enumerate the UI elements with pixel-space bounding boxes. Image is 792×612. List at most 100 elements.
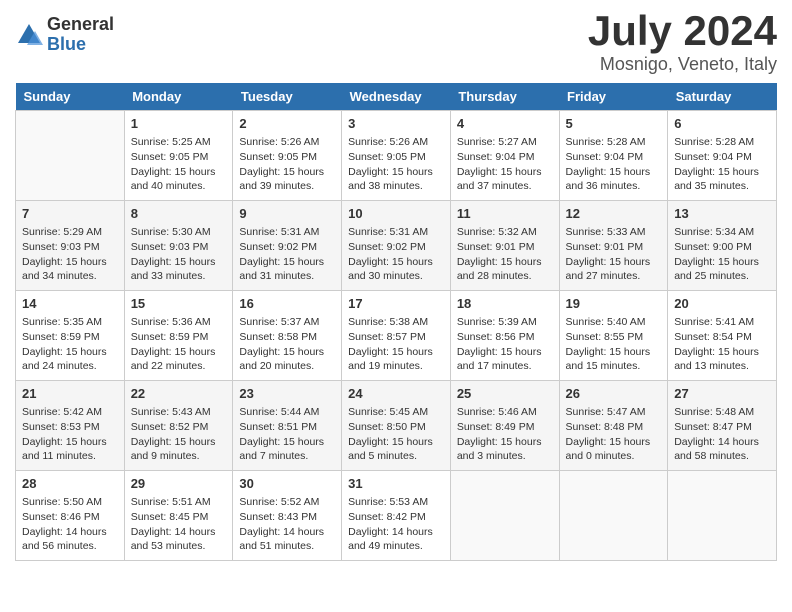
day-cell: 27Sunrise: 5:48 AM Sunset: 8:47 PM Dayli…	[668, 381, 777, 471]
day-info: Sunrise: 5:28 AM Sunset: 9:04 PM Dayligh…	[674, 135, 770, 194]
day-info: Sunrise: 5:47 AM Sunset: 8:48 PM Dayligh…	[566, 405, 662, 464]
day-info: Sunrise: 5:25 AM Sunset: 9:05 PM Dayligh…	[131, 135, 227, 194]
day-cell: 24 Sunrise: 5:45 AM Sunset: 8:50 PM Dayli…	[342, 381, 451, 471]
day-number: 30	[239, 475, 335, 493]
header-row: SundayMondayTuesdayWednesdayThursdayFrid…	[16, 83, 777, 111]
week-row-5: 28 Sunrise: 5:50 AM Sunset: 8:46 PM Dayli…	[16, 471, 777, 561]
day-info: Sunrise: 5:30 AM Sunset: 9:03 PM Dayligh…	[131, 225, 227, 284]
day-info: Sunrise: 5:46 AM Sunset: 8:49 PM Dayligh…	[457, 405, 553, 464]
day-cell: 6 Sunrise: 5:28 AM Sunset: 9:04 PM Daylig…	[668, 111, 777, 201]
day-cell: 22Sunrise: 5:43 AM Sunset: 8:52 PM Dayli…	[124, 381, 233, 471]
col-header-sunday: Sunday	[16, 83, 125, 111]
day-info: Sunrise: 5:26 AM Sunset: 9:05 PM Dayligh…	[239, 135, 335, 194]
day-cell: 31 Sunrise: 5:53 AM Sunset: 8:42 PM Dayli…	[342, 471, 451, 561]
day-cell: 8 Sunrise: 5:30 AM Sunset: 9:03 PM Daylig…	[124, 201, 233, 291]
day-cell: 23 Sunrise: 5:44 AM Sunset: 8:51 PM Dayli…	[233, 381, 342, 471]
day-cell: 29Sunrise: 5:51 AM Sunset: 8:45 PM Dayli…	[124, 471, 233, 561]
day-cell	[16, 111, 125, 201]
day-number: 4	[457, 115, 553, 133]
col-header-saturday: Saturday	[668, 83, 777, 111]
day-info: Sunrise: 5:34 AM Sunset: 9:00 PM Dayligh…	[674, 225, 770, 284]
month-title: July 2024	[588, 10, 777, 52]
header: General Blue July 2024 Mosnigo, Veneto, …	[15, 10, 777, 75]
day-info: Sunrise: 5:35 AM Sunset: 8:59 PM Dayligh…	[22, 315, 118, 374]
day-cell: 7Sunrise: 5:29 AM Sunset: 9:03 PM Daylig…	[16, 201, 125, 291]
day-cell	[668, 471, 777, 561]
day-number: 22	[131, 385, 227, 403]
day-info: Sunrise: 5:32 AM Sunset: 9:01 PM Dayligh…	[457, 225, 553, 284]
day-info: Sunrise: 5:27 AM Sunset: 9:04 PM Dayligh…	[457, 135, 553, 194]
day-number: 10	[348, 205, 444, 223]
day-cell: 30 Sunrise: 5:52 AM Sunset: 8:43 PM Dayli…	[233, 471, 342, 561]
week-row-2: 7Sunrise: 5:29 AM Sunset: 9:03 PM Daylig…	[16, 201, 777, 291]
day-info: Sunrise: 5:41 AM Sunset: 8:54 PM Dayligh…	[674, 315, 770, 374]
day-number: 20	[674, 295, 770, 313]
day-number: 8	[131, 205, 227, 223]
day-cell: 18Sunrise: 5:39 AM Sunset: 8:56 PM Dayli…	[450, 291, 559, 381]
day-number: 2	[239, 115, 335, 133]
day-info: Sunrise: 5:40 AM Sunset: 8:55 PM Dayligh…	[566, 315, 662, 374]
day-cell: 14 Sunrise: 5:35 AM Sunset: 8:59 PM Dayli…	[16, 291, 125, 381]
logo-text: General Blue	[47, 15, 114, 55]
day-number: 28	[22, 475, 118, 493]
col-header-monday: Monday	[124, 83, 233, 111]
day-number: 19	[566, 295, 662, 313]
day-number: 12	[566, 205, 662, 223]
day-info: Sunrise: 5:36 AM Sunset: 8:59 PM Dayligh…	[131, 315, 227, 374]
day-number: 15	[131, 295, 227, 313]
logo-blue-text: Blue	[47, 35, 114, 55]
day-cell: 17 Sunrise: 5:38 AM Sunset: 8:57 PM Dayli…	[342, 291, 451, 381]
day-info: Sunrise: 5:37 AM Sunset: 8:58 PM Dayligh…	[239, 315, 335, 374]
day-number: 13	[674, 205, 770, 223]
day-info: Sunrise: 5:44 AM Sunset: 8:51 PM Dayligh…	[239, 405, 335, 464]
day-info: Sunrise: 5:53 AM Sunset: 8:42 PM Dayligh…	[348, 495, 444, 554]
day-cell: 11 Sunrise: 5:32 AM Sunset: 9:01 PM Dayli…	[450, 201, 559, 291]
day-info: Sunrise: 5:39 AM Sunset: 8:56 PM Dayligh…	[457, 315, 553, 374]
day-cell: 3Sunrise: 5:26 AM Sunset: 9:05 PM Daylig…	[342, 111, 451, 201]
day-number: 24	[348, 385, 444, 403]
logo-icon	[15, 21, 43, 49]
day-cell: 28 Sunrise: 5:50 AM Sunset: 8:46 PM Dayli…	[16, 471, 125, 561]
day-info: Sunrise: 5:28 AM Sunset: 9:04 PM Dayligh…	[566, 135, 662, 194]
logo-general-text: General	[47, 15, 114, 35]
day-number: 5	[566, 115, 662, 133]
day-info: Sunrise: 5:31 AM Sunset: 9:02 PM Dayligh…	[348, 225, 444, 284]
col-header-thursday: Thursday	[450, 83, 559, 111]
day-number: 9	[239, 205, 335, 223]
day-cell: 15 Sunrise: 5:36 AM Sunset: 8:59 PM Dayli…	[124, 291, 233, 381]
day-cell: 9 Sunrise: 5:31 AM Sunset: 9:02 PM Daylig…	[233, 201, 342, 291]
title-area: July 2024 Mosnigo, Veneto, Italy	[588, 10, 777, 75]
day-cell: 4 Sunrise: 5:27 AM Sunset: 9:04 PM Daylig…	[450, 111, 559, 201]
day-info: Sunrise: 5:45 AM Sunset: 8:50 PM Dayligh…	[348, 405, 444, 464]
day-cell: 20 Sunrise: 5:41 AM Sunset: 8:54 PM Dayli…	[668, 291, 777, 381]
day-info: Sunrise: 5:38 AM Sunset: 8:57 PM Dayligh…	[348, 315, 444, 374]
day-number: 14	[22, 295, 118, 313]
day-info: Sunrise: 5:42 AM Sunset: 8:53 PM Dayligh…	[22, 405, 118, 464]
day-cell: 21 Sunrise: 5:42 AM Sunset: 8:53 PM Dayli…	[16, 381, 125, 471]
day-number: 25	[457, 385, 553, 403]
day-number: 11	[457, 205, 553, 223]
day-cell: 26 Sunrise: 5:47 AM Sunset: 8:48 PM Dayli…	[559, 381, 668, 471]
day-cell: 5 Sunrise: 5:28 AM Sunset: 9:04 PM Daylig…	[559, 111, 668, 201]
day-info: Sunrise: 5:52 AM Sunset: 8:43 PM Dayligh…	[239, 495, 335, 554]
day-cell: 2 Sunrise: 5:26 AM Sunset: 9:05 PM Daylig…	[233, 111, 342, 201]
day-number: 17	[348, 295, 444, 313]
calendar-table: SundayMondayTuesdayWednesdayThursdayFrid…	[15, 83, 777, 561]
col-header-friday: Friday	[559, 83, 668, 111]
day-cell	[559, 471, 668, 561]
day-cell: 16Sunrise: 5:37 AM Sunset: 8:58 PM Dayli…	[233, 291, 342, 381]
day-number: 6	[674, 115, 770, 133]
day-info: Sunrise: 5:31 AM Sunset: 9:02 PM Dayligh…	[239, 225, 335, 284]
day-number: 1	[131, 115, 227, 133]
day-number: 21	[22, 385, 118, 403]
week-row-3: 14 Sunrise: 5:35 AM Sunset: 8:59 PM Dayli…	[16, 291, 777, 381]
week-row-4: 21 Sunrise: 5:42 AM Sunset: 8:53 PM Dayli…	[16, 381, 777, 471]
day-number: 27	[674, 385, 770, 403]
day-number: 31	[348, 475, 444, 493]
col-header-wednesday: Wednesday	[342, 83, 451, 111]
day-number: 23	[239, 385, 335, 403]
day-info: Sunrise: 5:51 AM Sunset: 8:45 PM Dayligh…	[131, 495, 227, 554]
day-cell: 10 Sunrise: 5:31 AM Sunset: 9:02 PM Dayli…	[342, 201, 451, 291]
day-number: 26	[566, 385, 662, 403]
day-info: Sunrise: 5:50 AM Sunset: 8:46 PM Dayligh…	[22, 495, 118, 554]
